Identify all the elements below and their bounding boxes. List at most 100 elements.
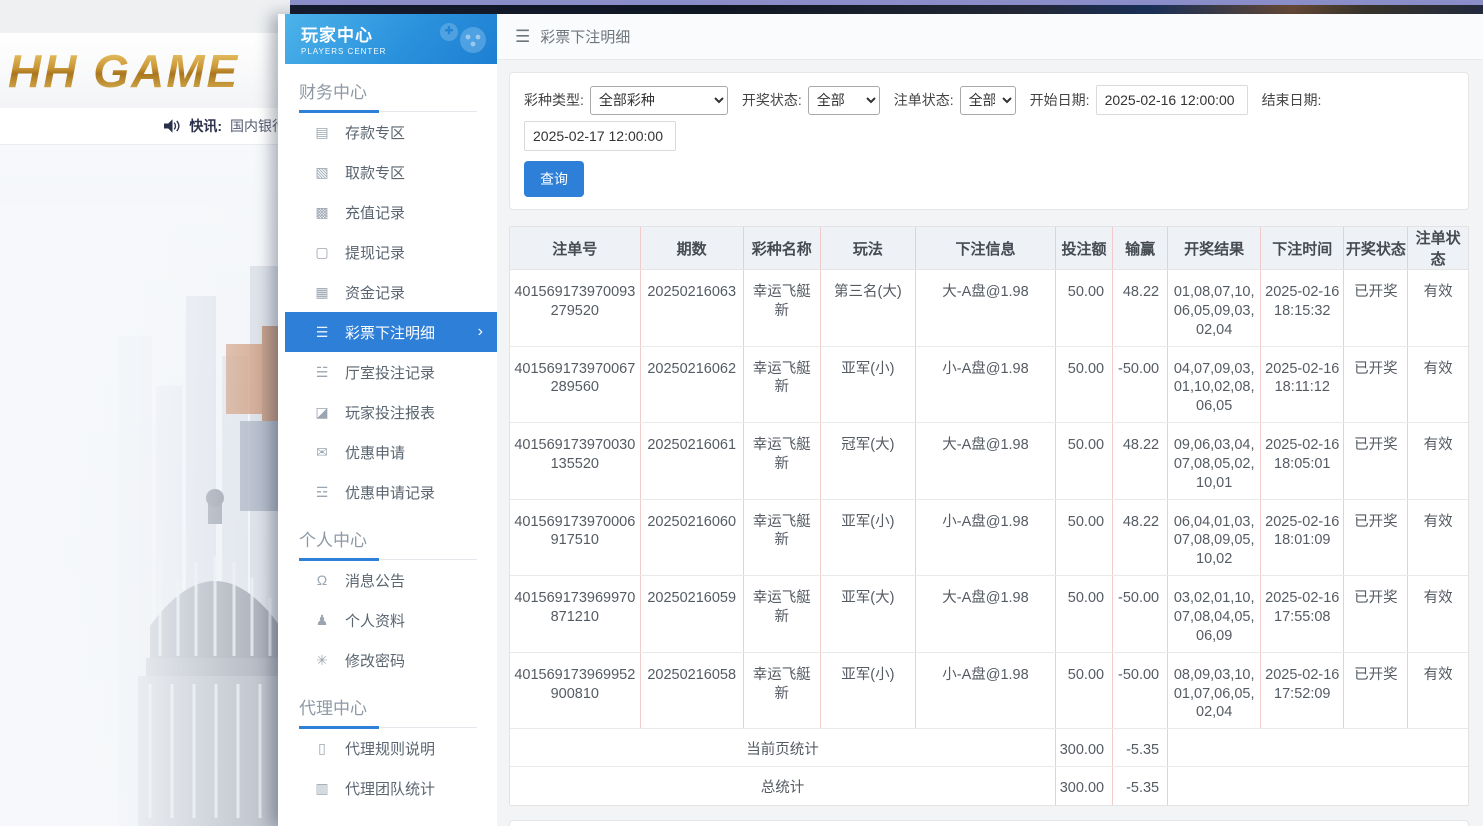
top-banner-strip <box>290 5 1483 14</box>
sidebar-item-label: 修改密码 <box>345 650 405 671</box>
sidebar-item-label: 取款专区 <box>345 162 405 183</box>
table-cell: 401569173970006917510 <box>510 499 640 576</box>
table-cell: 有效 <box>1408 499 1468 576</box>
column-header: 下注信息 <box>915 227 1055 270</box>
table-cell: 2025-02-16 18:01:09 <box>1261 499 1344 576</box>
table-cell: 幸运飞艇新 <box>743 652 820 729</box>
draw-status-label: 开奖状态: <box>742 90 802 110</box>
table-header-row: 注单号期数彩种名称玩法下注信息投注额输赢开奖结果下注时间开奖状态注单状态 <box>510 227 1468 270</box>
sidebar-item-agent-rules-doc[interactable]: ▯代理规则说明 <box>285 728 497 768</box>
summary-winloss-total: -5.35 <box>1113 767 1168 805</box>
ticker-label: 快讯: <box>189 116 222 136</box>
table-cell: 亚军(大) <box>820 576 915 653</box>
query-button[interactable]: 查询 <box>524 161 584 197</box>
column-header: 投注额 <box>1056 227 1113 270</box>
table-cell: 48.22 <box>1113 270 1168 347</box>
sidebar-item-lottery-bet-detail[interactable]: ☰彩票下注明细› <box>285 312 497 352</box>
sidebar-item-label: 代理团队统计 <box>345 778 435 799</box>
table-cell: 幸运飞艇新 <box>743 270 820 347</box>
lottery-type-select[interactable]: 全部彩种 <box>590 86 728 115</box>
sidebar-item-promo-apply[interactable]: ✉优惠申请 <box>285 432 497 472</box>
column-header: 玩法 <box>820 227 915 270</box>
bet-table-card: 注单号期数彩种名称玩法下注信息投注额输赢开奖结果下注时间开奖状态注单状态 401… <box>509 226 1469 806</box>
sidebar-item-funds-record[interactable]: ▦资金记录 <box>285 272 497 312</box>
table-cell: 48.22 <box>1113 423 1168 500</box>
logo-band: HH GAME <box>0 33 300 108</box>
table-cell: 幸运飞艇新 <box>743 423 820 500</box>
table-cell: 401569173970093279520 <box>510 270 640 347</box>
sidebar-item-label: 彩票下注明细 <box>345 322 435 343</box>
summary-label: 当前页统计 <box>510 729 1056 767</box>
start-date-input[interactable] <box>1096 85 1248 115</box>
summary-row: 当前页统计300.00-5.35 <box>510 729 1468 767</box>
table-cell: 09,06,03,04,07,08,05,02,10,01 <box>1168 423 1261 500</box>
deposit-icon: ▤ <box>313 124 331 141</box>
order-status-select[interactable]: 全部 <box>960 86 1016 115</box>
player-center-panel: 玩家中心 PLAYERS CENTER 财务中心▤存款专区▧取款专区▩充值记录▢… <box>278 0 1483 826</box>
hamburger-menu-icon[interactable]: ☰ <box>515 27 530 47</box>
column-header: 注单号 <box>510 227 640 270</box>
table-cell: 401569173969952900810 <box>510 652 640 729</box>
sidebar-item-label: 优惠申请记录 <box>345 482 435 503</box>
table-cell: 已开奖 <box>1344 423 1408 500</box>
sidebar-item-hall-bet-record[interactable]: ☱厅室投注记录 <box>285 352 497 392</box>
draw-status-select[interactable]: 全部 <box>808 86 880 115</box>
table-cell: 20250216060 <box>640 499 743 576</box>
table-cell: 冠军(大) <box>820 423 915 500</box>
table-cell: 20250216062 <box>640 346 743 423</box>
sidebar-item-agent-team-stats[interactable]: ▥ 代理团队统计 <box>285 768 497 808</box>
agent-rules-doc-icon: ▯ <box>313 740 331 757</box>
table-cell: 有效 <box>1408 346 1468 423</box>
lottery-bet-detail-icon: ☰ <box>313 324 331 341</box>
sidebar-section-heading: 代理中心 <box>299 694 477 728</box>
table-cell: -50.00 <box>1113 346 1168 423</box>
table-cell: 401569173969970871210 <box>510 576 640 653</box>
column-header: 彩种名称 <box>743 227 820 270</box>
table-row: 40156917397000691751020250216060幸运飞艇新亚军(… <box>510 499 1468 576</box>
table-row: 40156917396995290081020250216058幸运飞艇新亚军(… <box>510 652 1468 729</box>
table-cell: 2025-02-16 18:15:32 <box>1261 270 1344 347</box>
lottery-type-label: 彩种类型: <box>524 90 584 110</box>
funds-record-icon: ▦ <box>313 284 331 301</box>
sidebar-item-withdrawal-record[interactable]: ▢提现记录 <box>285 232 497 272</box>
column-header: 期数 <box>640 227 743 270</box>
order-status-label: 注单状态: <box>894 90 954 110</box>
sidebar-item-message-bell[interactable]: Ω 消息公告 <box>285 560 497 600</box>
main-area: ☰ 彩票下注明细 彩种类型: 全部彩种 开奖状态: 全部 注单状 <box>497 14 1483 826</box>
sidebar-item-label: 优惠申请 <box>345 442 405 463</box>
sidebar-section-heading: 财务中心 <box>299 78 477 112</box>
column-header: 输赢 <box>1113 227 1168 270</box>
table-cell: 03,02,01,10,07,08,04,05,06,09 <box>1168 576 1261 653</box>
promo-record-icon: ☲ <box>313 484 331 501</box>
sidebar-item-promo-record[interactable]: ☲ 优惠申请记录 <box>285 472 497 512</box>
sidebar-item-player-bet-report[interactable]: ◪ 玩家投注报表 <box>285 392 497 432</box>
sidebar-item-deposit[interactable]: ▤存款专区 <box>285 112 497 152</box>
sidebar-item-recharge-record[interactable]: ▩充值记录 <box>285 192 497 232</box>
sidebar-item-label: 消息公告 <box>345 570 405 591</box>
gamepad-icon <box>435 20 489 58</box>
player-bet-report-icon: ◪ <box>313 404 331 421</box>
table-cell: 2025-02-16 17:52:09 <box>1261 652 1344 729</box>
sidebar-item-withdraw[interactable]: ▧取款专区 <box>285 152 497 192</box>
table-cell: 小-A盘@1.98 <box>915 499 1055 576</box>
table-cell: -50.00 <box>1113 576 1168 653</box>
table-cell: 幸运飞艇新 <box>743 576 820 653</box>
table-cell: 2025-02-16 18:05:01 <box>1261 423 1344 500</box>
sidebar-item-profile-user[interactable]: ♟个人资料 <box>285 600 497 640</box>
table-cell: 有效 <box>1408 270 1468 347</box>
sidebar-item-change-password-gear[interactable]: ✳修改密码 <box>285 640 497 680</box>
table-cell: 06,04,01,03,07,08,09,05,10,02 <box>1168 499 1261 576</box>
summary-bet-total: 300.00 <box>1056 767 1113 805</box>
table-cell: 50.00 <box>1056 499 1113 576</box>
table-cell: 20250216058 <box>640 652 743 729</box>
sidebar-item-label: 玩家投注报表 <box>345 402 435 423</box>
end-date-label: 结束日期: <box>1262 90 1322 110</box>
message-bell-icon: Ω <box>313 572 331 588</box>
summary-label: 总统计 <box>510 767 1056 805</box>
sidebar-sections: 财务中心▤存款专区▧取款专区▩充值记录▢提现记录▦资金记录☰彩票下注明细›☱厅室… <box>285 78 497 808</box>
agent-team-stats-icon: ▥ <box>313 780 331 797</box>
end-date-input[interactable] <box>524 121 676 151</box>
sidebar-item-label: 充值记录 <box>345 202 405 223</box>
table-cell: 2025-02-16 17:55:08 <box>1261 576 1344 653</box>
table-cell: 08,09,03,10,01,07,06,05,02,04 <box>1168 652 1261 729</box>
